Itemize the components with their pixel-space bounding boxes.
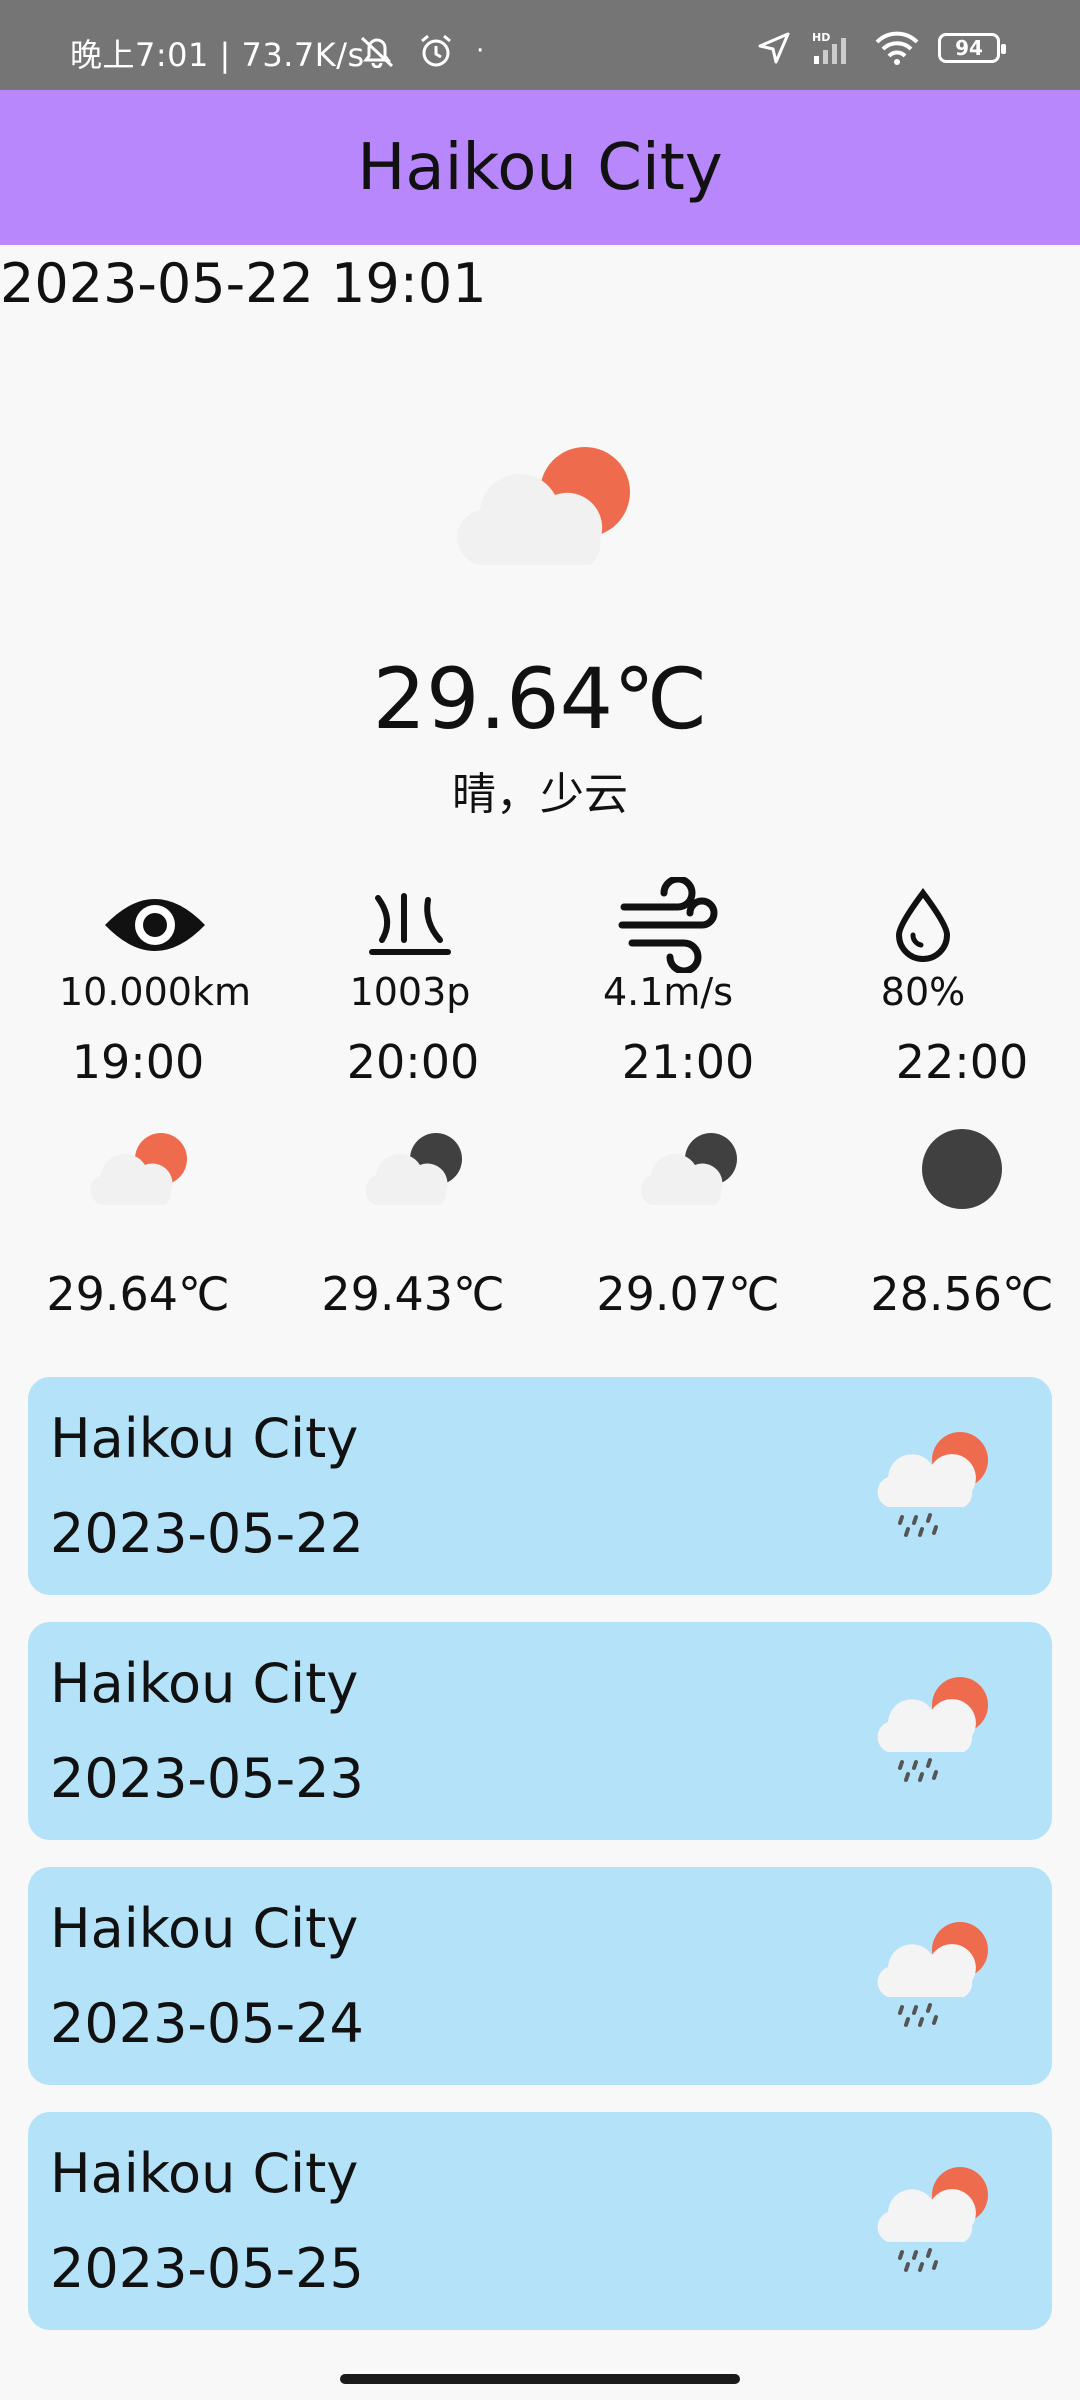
partly-cloudy-night-icon <box>640 1133 737 1205</box>
humidity-drop-icon <box>895 887 951 962</box>
cell-signal-icon: HD <box>812 31 846 64</box>
wind-icon <box>618 877 718 973</box>
card-date: 2023-05-23 <box>50 1747 364 1810</box>
status-time-speed: 晚上7:01 | 73.7K/s <box>70 36 365 74</box>
card-date: 2023-05-25 <box>50 2237 364 2300</box>
card-city: Haikou City <box>50 2142 359 2205</box>
page-title: Haikou City <box>357 130 723 205</box>
partly-cloudy-night-icon <box>365 1133 462 1205</box>
hourly-item: 19:00 29.64℃ <box>28 1035 248 1321</box>
battery-icon: 94 <box>938 33 1006 63</box>
alarm-clock-icon <box>421 34 451 67</box>
rain-sun-icon <box>877 1677 988 1782</box>
location-arrow-icon <box>758 32 790 64</box>
hourly-item: 20:00 29.43℃ <box>303 1035 523 1321</box>
weather-description: 晴，少云 <box>452 769 628 820</box>
visibility-value: 10.000km <box>59 970 251 1014</box>
dot-icon: · <box>476 36 485 66</box>
stat-pressure: 1003p <box>310 880 510 1014</box>
card-city: Haikou City <box>50 1897 359 1960</box>
card-date: 2023-05-22 <box>50 1502 364 1565</box>
home-gesture-bar[interactable] <box>340 2374 740 2384</box>
hour-time: 22:00 <box>895 1035 1029 1089</box>
battery-level: 94 <box>955 36 983 60</box>
daily-card[interactable]: Haikou City 2023-05-24 <box>28 1867 1052 2085</box>
hour-temp: 29.07℃ <box>596 1267 780 1321</box>
wind-value: 4.1m/s <box>602 970 734 1014</box>
daily-card[interactable]: Haikou City 2023-05-23 <box>28 1622 1052 1840</box>
daily-card[interactable]: Haikou City 2023-05-22 <box>28 1377 1052 1595</box>
weather-stats: 10.000km 1003p 4.1m/s 80% <box>0 877 1080 1014</box>
card-city: Haikou City <box>50 1407 359 1470</box>
hd-label: HD <box>812 31 830 44</box>
app-bar: Haikou City <box>0 90 1080 245</box>
humidity-value: 80% <box>880 970 966 1014</box>
daily-card[interactable]: Haikou City 2023-05-25 <box>28 2112 1052 2330</box>
hourly-forecast: 19:00 29.64℃ 20:00 29.43℃ 21:00 29.07℃ 2… <box>0 1035 1080 1335</box>
partly-cloudy-day-icon <box>90 1133 187 1205</box>
stat-humidity: 80% <box>823 880 1023 1014</box>
hour-temp: 29.43℃ <box>321 1267 505 1321</box>
current-datetime: 2023-05-22 19:01 <box>0 252 487 315</box>
wifi-icon <box>875 31 919 65</box>
partly-cloudy-day-icon <box>457 447 630 565</box>
clear-night-icon <box>922 1129 1002 1209</box>
rain-sun-icon <box>877 2167 988 2272</box>
hourly-item: 21:00 29.07℃ <box>578 1035 798 1321</box>
rain-sun-icon <box>877 1922 988 2027</box>
current-temperature: 29.64℃ <box>372 650 708 748</box>
hour-temp: 28.56℃ <box>870 1267 1054 1321</box>
hourly-item: 22:00 28.56℃ <box>852 1035 1072 1321</box>
card-city: Haikou City <box>50 1652 359 1715</box>
hour-time: 21:00 <box>621 1035 755 1089</box>
hour-time: 19:00 <box>71 1035 205 1089</box>
stat-wind: 4.1m/s <box>568 877 768 1014</box>
status-bar: 晚上7:01 | 73.7K/s · HD 94 <box>0 0 1080 90</box>
hour-time: 20:00 <box>346 1035 480 1089</box>
hour-temp: 29.64℃ <box>46 1267 230 1321</box>
card-date: 2023-05-24 <box>50 1992 364 2055</box>
pressure-icon <box>369 893 451 955</box>
visibility-eye-icon <box>105 899 205 951</box>
pressure-value: 1003p <box>349 970 471 1014</box>
mute-bell-icon <box>360 36 394 68</box>
rain-sun-icon <box>877 1432 988 1537</box>
stat-visibility: 10.000km <box>55 880 255 1014</box>
